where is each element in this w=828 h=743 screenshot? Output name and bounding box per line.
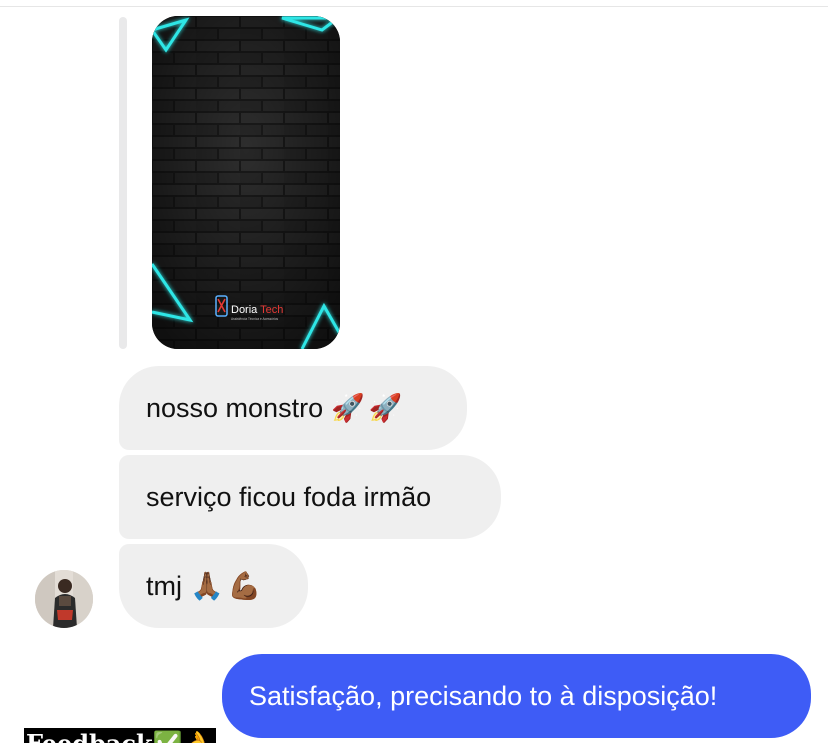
message-text: tmj	[146, 570, 182, 601]
message-text: serviço ficou foda irmão	[146, 481, 432, 512]
rocket-emoji: 🚀	[331, 392, 365, 423]
feedback-caption: Feedback✅👌	[24, 728, 217, 743]
incoming-message-bubble[interactable]: tmj 🙏🏾 💪🏾	[119, 544, 308, 628]
svg-text:Doria Tech: Doria Tech	[231, 304, 283, 316]
message-text: nosso monstro	[146, 392, 324, 423]
svg-text:Assistência Técnica e Acessóri: Assistência Técnica e Acessórios	[231, 317, 278, 321]
reply-indicator-bar	[119, 17, 127, 349]
folded-hands-emoji: 🙏🏾	[190, 570, 224, 601]
flexed-biceps-emoji: 💪🏾	[227, 570, 262, 601]
top-divider	[0, 6, 828, 7]
shared-image[interactable]: Doria Tech Assistência Técnica e Acessór…	[152, 16, 340, 349]
caption-text: Feedback✅👌	[26, 732, 212, 743]
rocket-emoji: 🚀	[368, 392, 403, 423]
incoming-message-bubble[interactable]: nosso monstro 🚀 🚀	[119, 366, 467, 450]
incoming-message-bubble[interactable]: serviço ficou foda irmão	[119, 455, 501, 539]
sender-avatar[interactable]	[35, 570, 93, 628]
outgoing-message-bubble[interactable]: Satisfação, precisando to à disposição!	[222, 654, 811, 738]
message-text: Satisfação, precisando to à disposição!	[249, 680, 718, 711]
